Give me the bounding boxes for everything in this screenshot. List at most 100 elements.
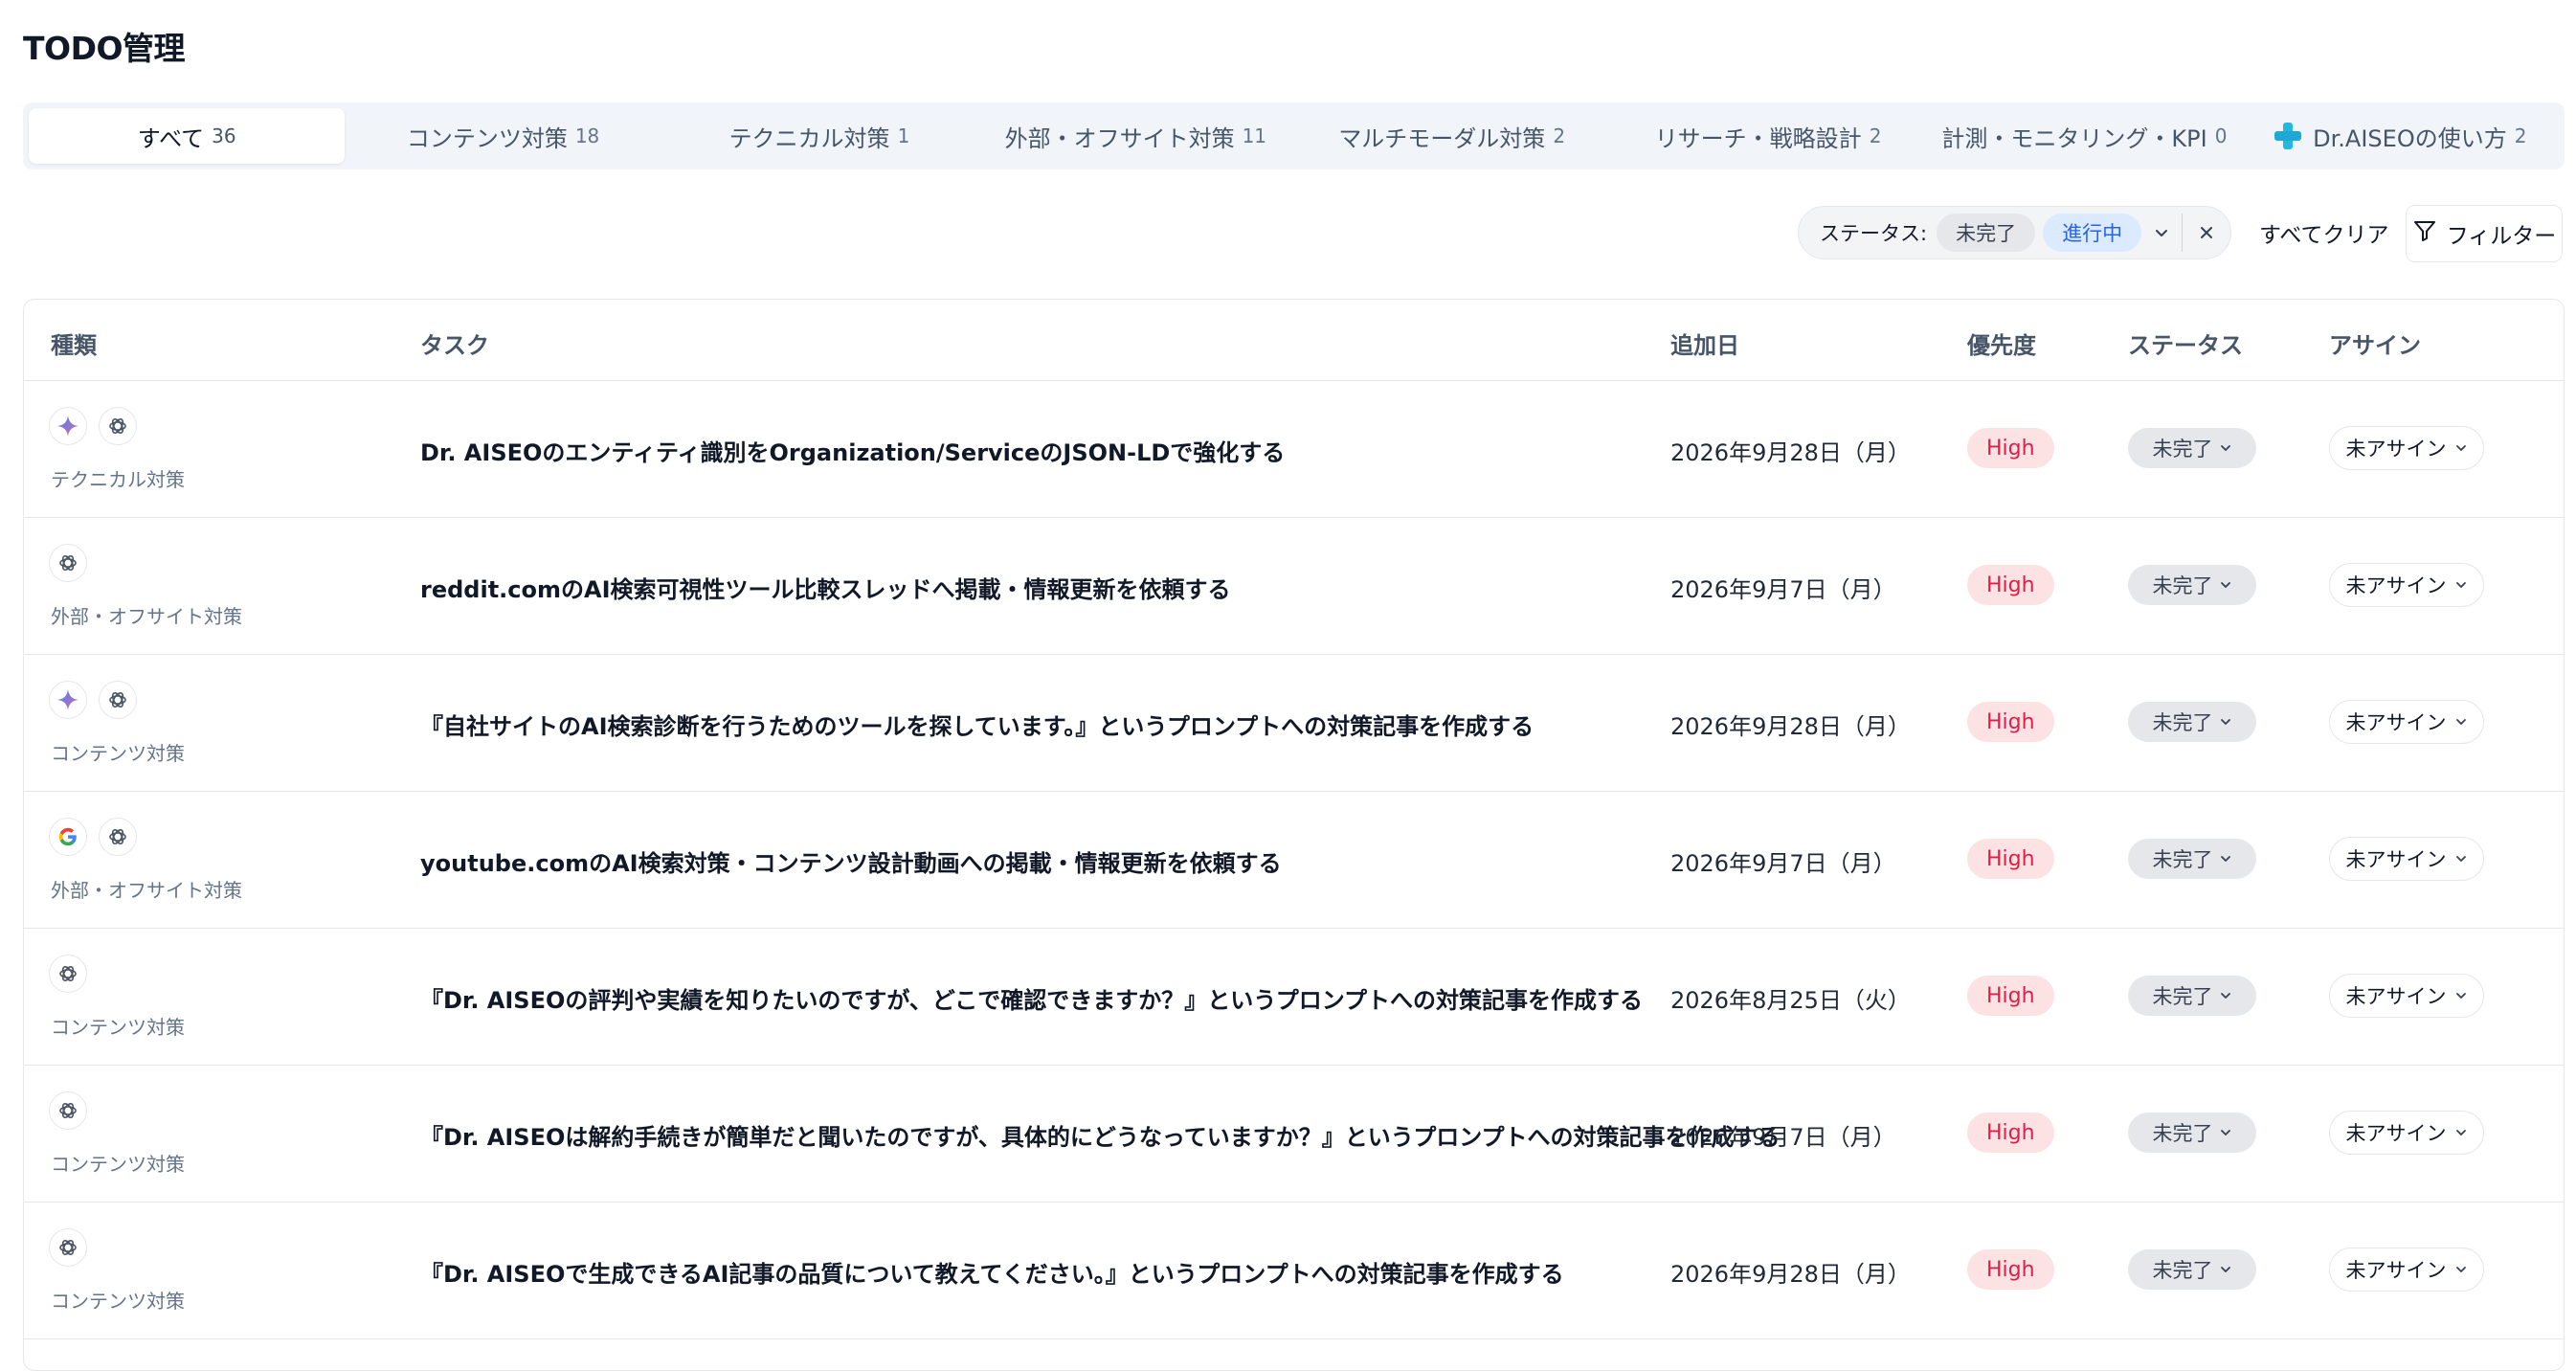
tab-count: 0 xyxy=(2214,124,2228,147)
header-type: 種類 xyxy=(51,332,97,359)
chevron-down-icon xyxy=(2454,437,2468,460)
status-filter-label: ステータス: xyxy=(1820,222,1928,245)
added-date: 2026年9月28日（月） xyxy=(1670,1261,1911,1288)
assign-dropdown[interactable]: 未アサイン xyxy=(2329,837,2484,881)
table-row[interactable]: コンテンツ対策 『Dr. AISEOで生成できるAI記事の品質について教えてくだ… xyxy=(24,1202,2564,1339)
type-label: 外部・オフサイト対策 xyxy=(51,605,242,628)
assign-value: 未アサイン xyxy=(2345,848,2447,871)
table-row[interactable]: コンテンツ対策 『Dr. AISEOの評判や実績を知りたいのですが、どこで確認で… xyxy=(24,928,2564,1066)
table-row[interactable]: コンテンツ対策 『自社サイトのAI検索診断を行うためのツールを探しています。』と… xyxy=(24,654,2564,792)
ai-engine-icons xyxy=(49,544,87,582)
assign-value: 未アサイン xyxy=(2345,438,2447,461)
task-title[interactable]: reddit.comのAI検索可視性ツール比較スレッドへ掲載・情報更新を依頼する xyxy=(420,571,1231,604)
tab-measurement[interactable]: 計測・モニタリング・KPI 0 xyxy=(1926,108,2242,164)
tab-howto[interactable]: Dr.AISEOの使い方 2 xyxy=(2243,108,2559,164)
chevron-down-icon xyxy=(2454,1121,2468,1144)
filter-button[interactable]: フィルター xyxy=(2406,205,2563,262)
tab-label: テクニカル対策 xyxy=(728,124,890,152)
chevron-down-icon xyxy=(2219,984,2232,1007)
chevron-down-icon xyxy=(2454,1258,2468,1281)
tab-label: 計測・モニタリング・KPI xyxy=(1941,124,2207,152)
assign-dropdown[interactable]: 未アサイン xyxy=(2329,426,2484,470)
assign-value: 未アサイン xyxy=(2345,1122,2447,1145)
priority-badge: High xyxy=(1967,1249,2054,1290)
table-row[interactable]: コンテンツ対策 『Dr. AISEOは解約手続きが簡単だと聞いたのですが、具体的… xyxy=(24,1065,2564,1202)
type-label: テクニカル対策 xyxy=(51,468,185,491)
tab-count: 11 xyxy=(1242,124,1267,147)
chevron-down-icon xyxy=(2454,710,2468,733)
task-title[interactable]: 『Dr. AISEOの評判や実績を知りたいのですが、どこで確認できますか？』とい… xyxy=(420,981,1643,1015)
openai-icon xyxy=(49,955,87,993)
tab-count: 1 xyxy=(897,124,910,147)
status-dropdown[interactable]: 未完了 xyxy=(2128,839,2256,879)
assign-dropdown[interactable]: 未アサイン xyxy=(2329,1111,2484,1155)
status-chip-incomplete[interactable]: 未完了 xyxy=(1937,214,2036,252)
header-added: 追加日 xyxy=(1670,332,1739,359)
clear-all-button[interactable]: すべてクリア xyxy=(2259,216,2388,249)
plus-logo-icon xyxy=(2274,123,2302,149)
tab-label: コンテンツ対策 xyxy=(406,124,568,152)
assign-dropdown[interactable]: 未アサイン xyxy=(2329,563,2484,607)
todo-page: TODO管理 すべて 36 コンテンツ対策 18 テクニカル対策 1 外部・オフ… xyxy=(0,0,2576,1371)
table-row[interactable]: 外部・オフサイト対策 reddit.comのAI検索可視性ツール比較スレッドへ掲… xyxy=(24,517,2564,655)
task-title[interactable]: 『Dr. AISEOで生成できるAI記事の品質について教えてください。』というプ… xyxy=(420,1255,1564,1289)
task-title[interactable]: 『自社サイトのAI検索診断を行うためのツールを探しています。』というプロンプトへ… xyxy=(420,708,1534,741)
task-title[interactable]: Dr. AISEOのエンティティ識別をOrganization/Serviceの… xyxy=(420,434,1285,467)
table-header: 種類 タスク 追加日 優先度 ステータス アサイン xyxy=(24,300,2564,381)
tab-count: 18 xyxy=(574,124,600,147)
tab-count: 36 xyxy=(212,124,236,147)
openai-icon xyxy=(49,544,87,582)
openai-icon xyxy=(49,1091,87,1130)
assign-dropdown[interactable]: 未アサイン xyxy=(2329,700,2484,744)
gemini-icon xyxy=(49,407,87,445)
header-assign: アサイン xyxy=(2329,332,2421,359)
status-dropdown[interactable]: 未完了 xyxy=(2128,1113,2256,1153)
priority-badge: High xyxy=(1967,565,2054,605)
page-title: TODO管理 xyxy=(23,30,186,67)
added-date: 2026年9月28日（月） xyxy=(1670,713,1911,740)
tab-content[interactable]: コンテンツ対策 18 xyxy=(345,108,661,164)
table-row[interactable]: テクニカル対策 Dr. AISEOのエンティティ識別をOrganization/… xyxy=(24,380,2564,518)
openai-icon xyxy=(99,407,137,445)
tab-label: リサーチ・戦略設計 xyxy=(1654,124,1862,152)
tab-research[interactable]: リサーチ・戦略設計 2 xyxy=(1610,108,1926,164)
status-dropdown[interactable]: 未完了 xyxy=(2128,1249,2256,1290)
chevron-down-icon[interactable] xyxy=(2149,219,2174,246)
priority-badge: High xyxy=(1967,976,2054,1016)
table-row[interactable]: 外部・オフサイト対策 youtube.comのAI検索対策・コンテンツ設計動画へ… xyxy=(24,791,2564,929)
assign-value: 未アサイン xyxy=(2345,985,2447,1008)
ai-engine-icons xyxy=(49,407,137,445)
status-dropdown[interactable]: 未完了 xyxy=(2128,428,2256,468)
status-chip-in-progress[interactable]: 進行中 xyxy=(2043,214,2142,252)
assign-dropdown[interactable]: 未アサイン xyxy=(2329,974,2484,1018)
ai-engine-icons xyxy=(49,681,137,719)
type-label: コンテンツ対策 xyxy=(51,1153,185,1176)
task-title[interactable]: youtube.comのAI検索対策・コンテンツ設計動画への掲載・情報更新を依頼… xyxy=(420,844,1282,878)
todo-table: 種類 タスク 追加日 優先度 ステータス アサイン テクニカル対策 Dr. AI… xyxy=(23,299,2565,1371)
type-label: コンテンツ対策 xyxy=(51,742,185,765)
status-dropdown[interactable]: 未完了 xyxy=(2128,702,2256,742)
status-dropdown[interactable]: 未完了 xyxy=(2128,565,2256,605)
tab-label: 外部・オフサイト対策 xyxy=(1004,124,1235,152)
close-icon[interactable] xyxy=(2190,215,2223,250)
tab-multimodal[interactable]: マルチモーダル対策 2 xyxy=(1294,108,1610,164)
tab-technical[interactable]: テクニカル対策 1 xyxy=(661,108,977,164)
gemini-icon xyxy=(49,681,87,719)
ai-engine-icons xyxy=(49,818,137,856)
chevron-down-icon xyxy=(2219,847,2232,870)
status-dropdown[interactable]: 未完了 xyxy=(2128,976,2256,1016)
type-label: コンテンツ対策 xyxy=(51,1290,185,1313)
tab-label: すべて xyxy=(137,124,205,152)
status-value: 未完了 xyxy=(2152,1122,2213,1145)
divider xyxy=(2182,214,2184,252)
added-date: 2026年8月25日（火） xyxy=(1670,987,1911,1014)
assign-dropdown[interactable]: 未アサイン xyxy=(2329,1247,2484,1292)
assign-value: 未アサイン xyxy=(2345,1259,2447,1282)
chevron-down-icon xyxy=(2454,984,2468,1007)
tab-offsite[interactable]: 外部・オフサイト対策 11 xyxy=(977,108,1293,164)
tab-all[interactable]: すべて 36 xyxy=(29,108,346,164)
added-date: 2026年9月7日（月） xyxy=(1670,850,1896,877)
filter-button-label: フィルター xyxy=(2446,224,2557,249)
task-title[interactable]: 『Dr. AISEOは解約手続きが簡単だと聞いたのですが、具体的にどうなっていま… xyxy=(420,1118,1781,1152)
status-filter-group: ステータス: 未完了 進行中 xyxy=(1798,206,2231,259)
